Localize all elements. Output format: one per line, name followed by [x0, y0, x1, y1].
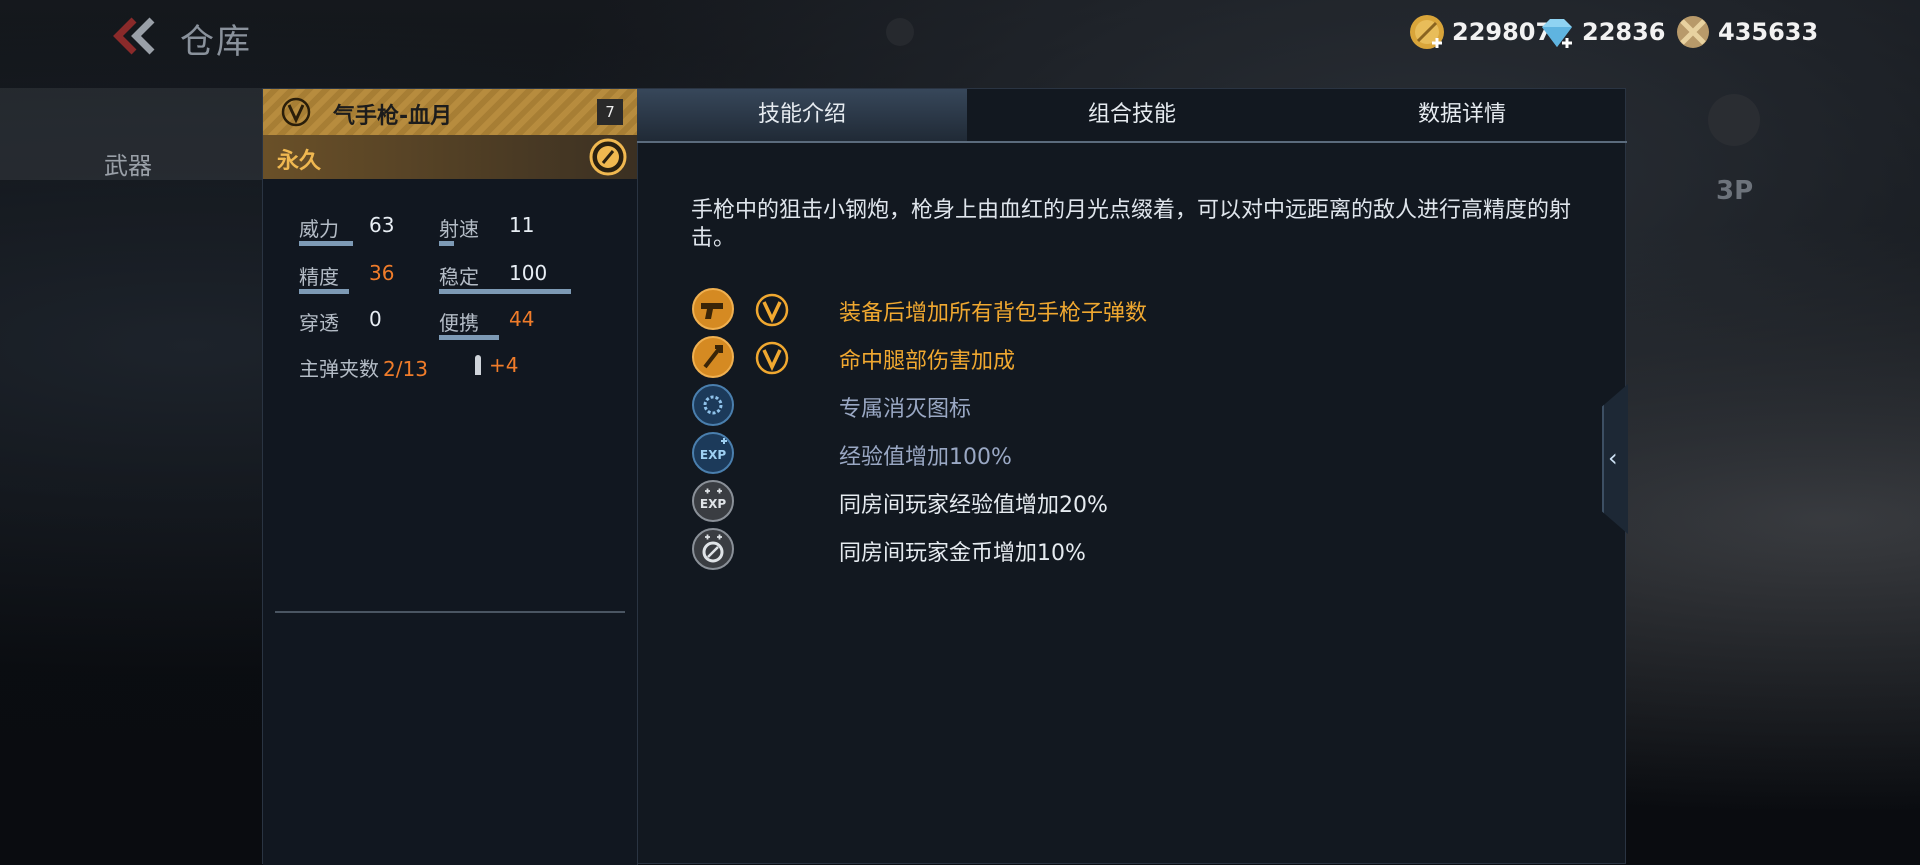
- duration-badge-icon: [589, 138, 627, 176]
- duration-bar: 永久: [263, 135, 637, 179]
- clip-value: 2/13: [383, 357, 428, 381]
- weapon-name-bar: 气手枪-血月 7: [263, 89, 637, 135]
- weapon-description: 手枪中的狙击小钢炮，枪身上由血红的月光点缀着，可以对中远距离的敌人进行高精度的射…: [691, 198, 1572, 251]
- skill-text: 同房间玩家经验值增加20%: [839, 493, 1108, 518]
- weapon-detail-panel: 气手枪-血月 7 永久 威力 63 射速 11 精度 36 稳定 100 穿透 …: [262, 88, 1627, 865]
- vip-v-icon: [755, 293, 789, 327]
- stat-accuracy-value: 36: [369, 261, 395, 285]
- clip-label: 主弹夹数: [299, 357, 379, 381]
- exp-plus-icon: EXP: [692, 432, 734, 474]
- stat-power-label: 威力: [299, 217, 339, 241]
- diamond-amount: 22836: [1582, 18, 1666, 46]
- medal-amount: 435633: [1718, 18, 1819, 46]
- stat-accuracy-bar: [299, 289, 350, 294]
- top-bar: 仓库 229807 22836 435633: [0, 0, 1920, 72]
- page-title: 仓库: [180, 22, 252, 62]
- duration-label: 永久: [277, 149, 322, 174]
- stat-penetration: 穿透 0: [299, 307, 382, 336]
- kill-icon: [692, 384, 734, 426]
- weapon-level-badge: 7: [597, 99, 623, 125]
- stat-stability-label: 稳定: [439, 265, 479, 289]
- stat-fire-rate: 射速 11: [439, 213, 534, 246]
- ammo-bonus-value: +4: [489, 353, 519, 377]
- vip-v-icon: [281, 97, 311, 127]
- stat-stability: 稳定 100: [439, 261, 571, 294]
- stat-portability-bar: [439, 335, 499, 340]
- room-exp-icon: EXP: [692, 480, 734, 522]
- skill-text: 专属消灭图标: [839, 397, 972, 422]
- stat-portability: 便携 44: [439, 307, 534, 340]
- stat-portability-label: 便携: [439, 311, 479, 335]
- room-coin-icon: [692, 528, 734, 570]
- skill-text: 同房间玩家金币增加10%: [839, 541, 1086, 566]
- stat-accuracy-label: 精度: [299, 265, 339, 289]
- view-3p-label[interactable]: 3P: [1716, 176, 1753, 206]
- tab-weapons-label: 武器: [104, 152, 152, 180]
- bullet-icon: [475, 355, 481, 375]
- weapon-name: 气手枪-血月: [333, 104, 453, 129]
- stat-portability-value: 44: [509, 307, 535, 331]
- stat-penetration-label: 穿透: [299, 311, 339, 335]
- skill-text: 经验值增加100%: [839, 445, 1012, 470]
- tab-data-details[interactable]: 数据详情: [1297, 89, 1627, 141]
- tab-weapons[interactable]: 武器: [0, 88, 262, 180]
- tab-skill-intro[interactable]: 技能介绍: [637, 89, 967, 141]
- chevron-left-icon: ‹: [1608, 444, 1618, 472]
- stat-power-value: 63: [369, 213, 395, 237]
- skill-text: 装备后增加所有背包手枪子弹数: [839, 301, 1148, 326]
- stat-fire-rate-value: 11: [509, 213, 535, 237]
- back-arrow-icon[interactable]: [112, 16, 160, 56]
- clip-count: 主弹夹数 2/13: [299, 353, 428, 382]
- stat-power: 威力 63: [299, 213, 394, 246]
- stat-fire-rate-bar: [439, 241, 454, 246]
- vip-v-icon: [755, 341, 789, 375]
- skill-text: 命中腿部伤害加成: [839, 349, 1016, 374]
- svg-text:EXP: EXP: [700, 448, 726, 462]
- stat-accuracy: 精度 36: [299, 261, 394, 294]
- status-dot: [886, 18, 914, 46]
- currency-diamond[interactable]: 22836: [1538, 12, 1666, 52]
- stats-divider: [275, 611, 625, 613]
- detail-tabs: 技能介绍 组合技能 数据详情: [637, 89, 1627, 143]
- ammo-bonus: +4: [475, 353, 518, 377]
- stat-fire-rate-label: 射速: [439, 217, 479, 241]
- leg-target-icon: [692, 336, 734, 378]
- stat-stability-bar: [439, 289, 571, 294]
- gold-coin-plus-icon: [1410, 15, 1444, 49]
- diamond-plus-icon: [1542, 19, 1572, 48]
- currency-gold[interactable]: 229807: [1408, 12, 1552, 52]
- side-panel-toggle[interactable]: ‹: [1602, 384, 1628, 534]
- stat-stability-value: 100: [509, 261, 548, 285]
- stat-penetration-value: 0: [369, 307, 382, 331]
- pistol-icon: [692, 288, 734, 330]
- tab-combo-skills[interactable]: 组合技能: [967, 89, 1297, 141]
- medal-icon: [1677, 16, 1709, 48]
- stat-power-bar: [299, 241, 354, 246]
- weapon-stats-column: 气手枪-血月 7 永久 威力 63 射速 11 精度 36 稳定 100 穿透 …: [263, 89, 638, 865]
- currency-medal[interactable]: 435633: [1674, 12, 1818, 52]
- svg-text:EXP: EXP: [700, 497, 726, 511]
- camera-toggle-icon[interactable]: [1708, 94, 1760, 146]
